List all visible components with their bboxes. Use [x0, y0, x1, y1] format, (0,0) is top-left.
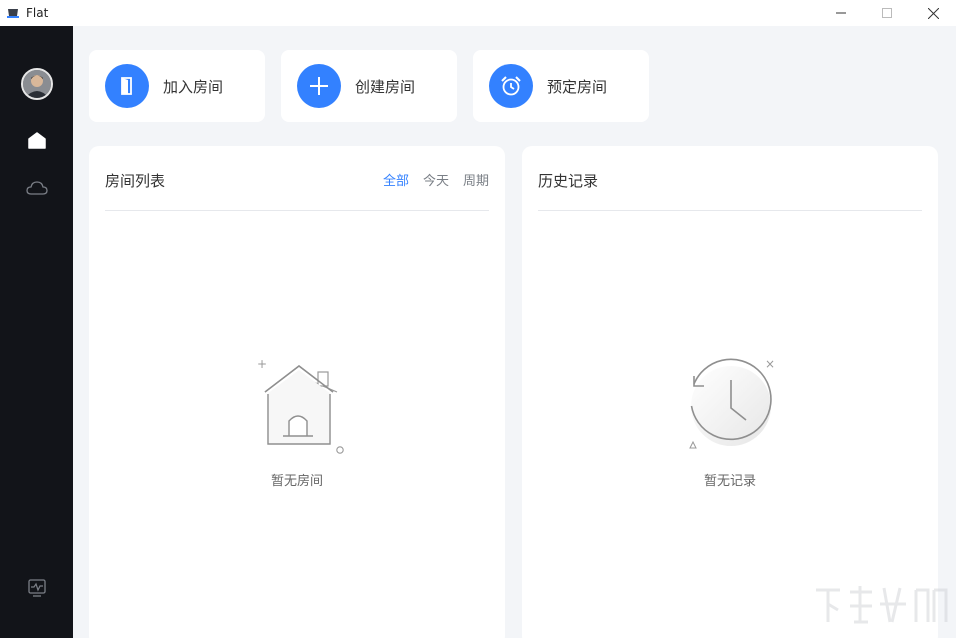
close-icon: [928, 8, 939, 19]
sidebar: [0, 26, 73, 638]
tab-all[interactable]: 全部: [383, 170, 409, 189]
svg-text:×: ×: [765, 357, 775, 371]
divider: [105, 210, 489, 211]
create-room-button[interactable]: 创建房间: [281, 50, 457, 122]
title-bar: Flat: [0, 0, 956, 26]
create-room-label: 创建房间: [355, 76, 415, 97]
empty-room-illustration: +: [255, 356, 349, 460]
close-button[interactable]: [910, 0, 956, 26]
empty-house-icon: +: [255, 356, 349, 456]
empty-room-text: 暂无房间: [237, 470, 357, 489]
minimize-icon: [836, 8, 846, 18]
door-icon: [105, 64, 149, 108]
empty-history-illustration: ×: [686, 356, 786, 460]
alarm-clock-icon: [489, 64, 533, 108]
empty-history-text: 暂无记录: [670, 470, 790, 489]
join-room-button[interactable]: 加入房间: [89, 50, 265, 122]
avatar[interactable]: [21, 68, 53, 100]
svg-text:+: +: [257, 357, 267, 371]
room-list-title: 房间列表: [105, 170, 165, 191]
history-title: 历史记录: [538, 170, 598, 191]
tab-today[interactable]: 今天: [423, 170, 449, 189]
app-logo-icon: [6, 6, 20, 20]
watermark-logo: [810, 582, 950, 634]
minimize-button[interactable]: [818, 0, 864, 26]
sidebar-item-monitor[interactable]: [25, 576, 49, 600]
maximize-button[interactable]: [864, 0, 910, 26]
cloud-icon: [26, 180, 48, 196]
room-list-panel: 房间列表 全部 今天 周期 + 暂无房间: [89, 146, 505, 638]
room-filter-tabs: 全部 今天 周期: [383, 170, 489, 189]
sidebar-item-home[interactable]: [25, 128, 49, 152]
divider: [538, 210, 922, 211]
maximize-icon: [882, 8, 892, 18]
sidebar-item-cloud[interactable]: [25, 176, 49, 200]
app-title: Flat: [26, 6, 48, 20]
schedule-room-label: 预定房间: [547, 76, 607, 97]
history-panel: 历史记录 × 暂无记录: [522, 146, 938, 638]
schedule-room-button[interactable]: 预定房间: [473, 50, 649, 122]
tab-periodic[interactable]: 周期: [463, 170, 489, 189]
home-icon: [28, 132, 46, 149]
monitor-activity-icon: [28, 579, 46, 597]
join-room-label: 加入房间: [163, 76, 223, 97]
window-controls: [818, 0, 956, 26]
plus-icon: [297, 64, 341, 108]
empty-history-clock-icon: ×: [686, 356, 786, 456]
